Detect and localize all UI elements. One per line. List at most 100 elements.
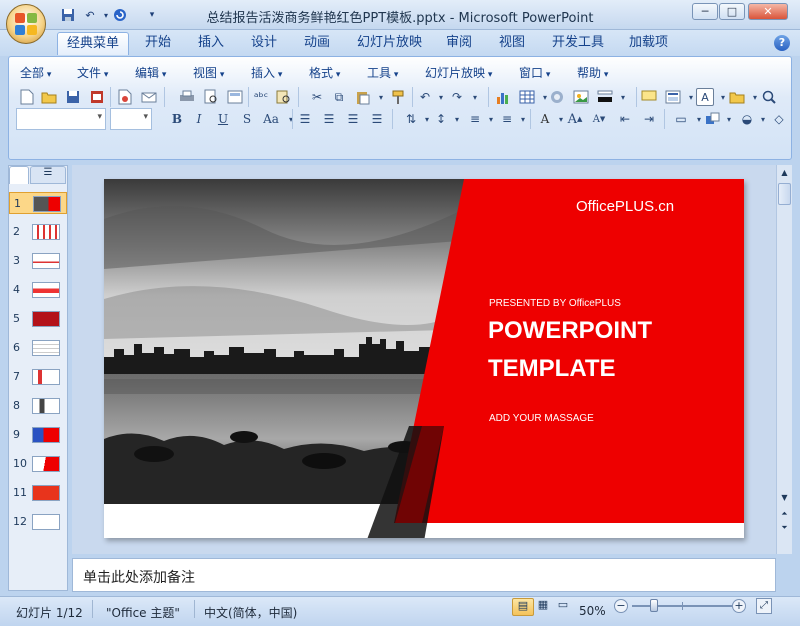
line-spacing-dropdown-icon[interactable]: ▾ — [448, 110, 466, 128]
slide-thumbnail[interactable]: 10 — [9, 453, 67, 475]
shadow-button[interactable]: S — [238, 110, 256, 128]
redo-toolbar-icon[interactable]: ↷ — [448, 88, 466, 106]
increase-indent-icon[interactable]: ⇥ — [640, 110, 658, 128]
italic-button[interactable]: I — [190, 110, 208, 128]
tab-add-ins[interactable]: 加载项 — [620, 32, 677, 55]
arrange-dropdown-icon[interactable]: ▾ — [720, 110, 738, 128]
increase-font-icon[interactable]: A ▲ — [566, 110, 584, 128]
normal-view-icon[interactable]: ▤ — [512, 598, 534, 616]
zoom-level[interactable]: 50% — [579, 604, 606, 618]
slide-thumbnail[interactable]: 11 — [9, 482, 67, 504]
tab-view[interactable]: 视图 — [490, 32, 534, 55]
format-painter-icon[interactable] — [390, 88, 408, 106]
justify-icon[interactable]: ☰ — [368, 110, 386, 128]
menu-format[interactable]: 格式 — [309, 64, 340, 81]
new-icon[interactable] — [18, 88, 36, 106]
tab-review[interactable]: 审阅 — [437, 32, 481, 55]
search-icon[interactable] — [760, 88, 778, 106]
print-icon[interactable] — [178, 88, 196, 106]
bold-button[interactable]: B — [168, 110, 186, 128]
slide-show-icon[interactable]: ▭ — [554, 598, 572, 616]
underline-button[interactable]: U — [214, 110, 232, 128]
line-style-icon[interactable] — [596, 88, 614, 106]
align-left-icon[interactable]: ☰ — [296, 110, 314, 128]
change-case-button[interactable]: Aa — [260, 110, 282, 128]
language-indicator[interactable]: 中文(简体，中国) — [204, 604, 297, 621]
open-icon[interactable] — [40, 88, 58, 106]
paste-dropdown-icon[interactable]: ▾ — [372, 88, 390, 106]
menu-help[interactable]: 帮助 — [577, 64, 608, 81]
line-style-dropdown-icon[interactable]: ▾ — [614, 88, 632, 106]
slide-layout-icon[interactable] — [226, 88, 244, 106]
decrease-font-icon[interactable]: A ▼ — [590, 110, 608, 128]
menu-edit[interactable]: 编辑 — [135, 64, 166, 81]
slide-sorter-icon[interactable]: ▦ — [534, 598, 552, 616]
help-icon[interactable]: ? — [774, 35, 790, 51]
theme-name[interactable]: "Office 主题" — [106, 604, 180, 621]
slides-tab-icon[interactable] — [9, 166, 29, 184]
zoom-out-icon[interactable]: − — [614, 599, 628, 613]
align-right-icon[interactable]: ☰ — [344, 110, 362, 128]
menu-all[interactable]: 全部 — [20, 64, 51, 81]
slide-thumbnail[interactable]: 4 — [9, 279, 67, 301]
decrease-indent-icon[interactable]: ⇤ — [616, 110, 634, 128]
tab-slide-show[interactable]: 幻灯片放映 — [348, 32, 431, 55]
research-icon[interactable] — [274, 88, 292, 106]
notes-pane[interactable]: 单击此处添加备注 — [72, 558, 776, 592]
permission-icon[interactable] — [116, 88, 134, 106]
text-box-icon[interactable]: A — [696, 88, 714, 106]
slide-thumbnail[interactable]: 1 — [9, 192, 67, 214]
slide-thumbnail[interactable]: 12 — [9, 511, 67, 533]
customize-qat-icon[interactable]: ▾ — [144, 7, 160, 23]
slide-thumbnail[interactable]: 8 — [9, 395, 67, 417]
previous-slide-icon[interactable]: ⏶ — [778, 507, 791, 521]
menu-window[interactable]: 窗口 — [519, 64, 550, 81]
tab-insert[interactable]: 插入 — [189, 32, 233, 55]
menu-slide-show[interactable]: 幻灯片放映 — [425, 64, 492, 81]
tab-animations[interactable]: 动画 — [295, 32, 339, 55]
next-slide-icon[interactable]: ⏷ — [778, 521, 791, 535]
effects-icon[interactable]: ◇ — [770, 110, 788, 128]
save-icon[interactable] — [60, 7, 76, 23]
scroll-down-icon[interactable]: ▼ — [778, 491, 791, 505]
zoom-slider-thumb[interactable] — [650, 599, 659, 612]
tab-home[interactable]: 开始 — [136, 32, 180, 55]
align-center-icon[interactable]: ☰ — [320, 110, 338, 128]
menu-tools[interactable]: 工具 — [367, 64, 398, 81]
slide-thumbnail[interactable]: 9 — [9, 424, 67, 446]
menu-file[interactable]: 文件 — [77, 64, 108, 81]
tab-design[interactable]: 设计 — [242, 32, 286, 55]
zoom-in-icon[interactable]: + — [732, 599, 746, 613]
paste-icon[interactable] — [354, 88, 372, 106]
folder-icon[interactable] — [728, 88, 746, 106]
redo-history-icon[interactable]: ▾ — [466, 88, 484, 106]
maximize-button[interactable]: □ — [719, 3, 745, 20]
save-as-pdf-icon[interactable] — [88, 88, 106, 106]
save-toolbar-icon[interactable] — [64, 88, 82, 106]
vertical-scrollbar[interactable]: ▲ ▼ ⏶ ⏷ — [776, 165, 792, 554]
slide-canvas[interactable]: OfficePLUS.cn PRESENTED BY OfficePLUS PO… — [104, 179, 744, 538]
slide-thumbnail[interactable]: 3 — [9, 250, 67, 272]
spelling-icon[interactable]: ᵃᵇᶜ — [252, 88, 270, 106]
outline-tab-icon[interactable]: ☰ — [30, 166, 66, 184]
scroll-up-icon[interactable]: ▲ — [778, 166, 791, 180]
fit-to-window-icon[interactable]: ⤢ — [756, 598, 772, 614]
menu-view[interactable]: 视图 — [193, 64, 224, 81]
cut-icon[interactable]: ✂ — [308, 88, 326, 106]
new-comment-icon[interactable] — [640, 88, 658, 106]
slide-thumbnail[interactable]: 5 — [9, 308, 67, 330]
insert-table-icon[interactable] — [518, 88, 536, 106]
close-button[interactable]: ✕ — [748, 3, 788, 20]
menu-insert[interactable]: 插入 — [251, 64, 282, 81]
insert-chart-icon[interactable] — [494, 88, 512, 106]
redo-icon[interactable] — [112, 7, 128, 23]
insert-clipart-icon[interactable] — [548, 88, 566, 106]
slide-thumbnail[interactable]: 2 — [9, 221, 67, 243]
shapes-icon[interactable]: ▭ — [672, 110, 690, 128]
layout-icon[interactable] — [664, 88, 682, 106]
minimize-button[interactable]: ─ — [692, 3, 718, 20]
tab-classic-menu[interactable]: 经典菜单 — [57, 32, 130, 55]
slide-thumbnail[interactable]: 6 — [9, 337, 67, 359]
slide-thumbnail[interactable]: 7 — [9, 366, 67, 388]
font-name-combo[interactable] — [16, 108, 106, 130]
